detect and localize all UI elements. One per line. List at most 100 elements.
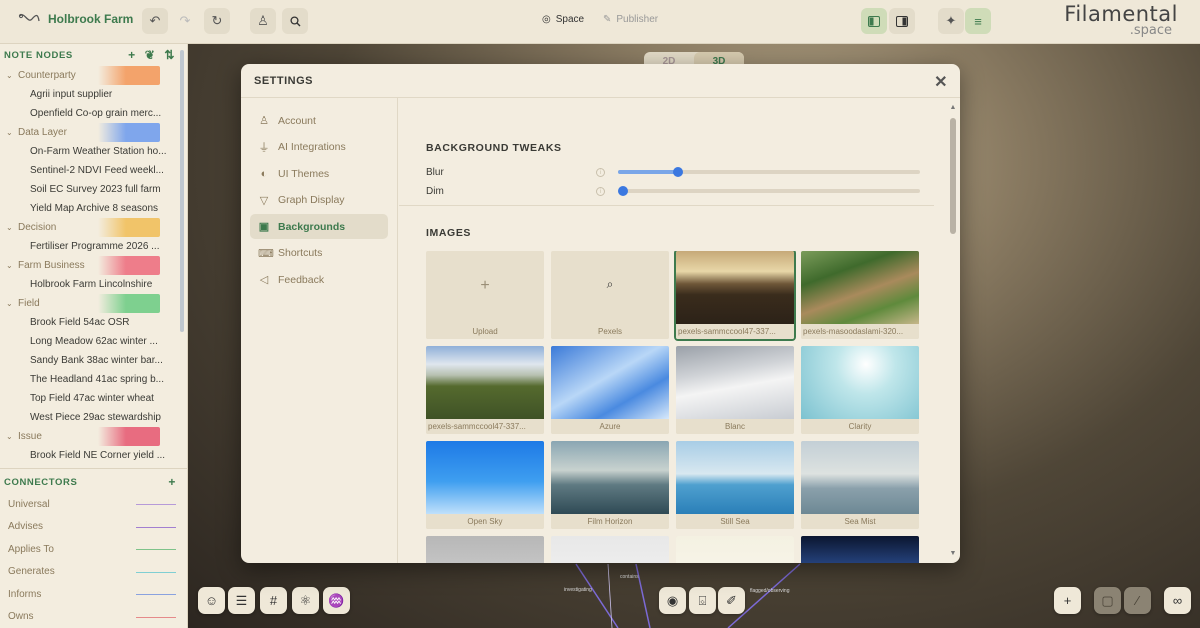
workspace-brand[interactable]: Holbrook Farm — [18, 12, 133, 26]
node-group-5[interactable]: ⌄ Issue — [0, 427, 187, 446]
content-scrollbar[interactable]: ▲ ▼ — [949, 104, 957, 557]
dim-slider-handle[interactable] — [618, 186, 628, 196]
background-thumbnail — [426, 536, 544, 563]
atom-button[interactable]: ⚛ — [292, 587, 319, 614]
note-node-item[interactable]: Brook Field 54ac OSR — [0, 313, 178, 332]
dim-slider-row: Dim i — [426, 184, 921, 198]
note-node-item[interactable]: Agrii input supplier — [0, 85, 178, 104]
connector-item[interactable]: Informs — [0, 583, 187, 606]
undo-button[interactable]: ↶ — [142, 8, 168, 34]
note-node-item[interactable]: Yield Map Archive 8 seasons — [0, 199, 178, 218]
settings-menu-ai-integrations[interactable]: ⏚ AI Integrations — [250, 135, 388, 160]
palette-icon: ◐ — [260, 167, 268, 180]
node-group-3[interactable]: ⌄ Farm Business — [0, 256, 187, 275]
settings-menu-shortcuts[interactable]: ⌨ Shortcuts — [250, 241, 388, 266]
info-icon[interactable]: i — [596, 186, 605, 196]
background-image-tile[interactable]: Film Horizon — [551, 441, 669, 529]
close-icon[interactable]: ✕ — [934, 72, 948, 92]
add-node-icon[interactable]: + — [128, 48, 136, 62]
dim-slider[interactable] — [618, 186, 920, 196]
ufo-button[interactable]: ♒ — [323, 587, 350, 614]
mode-publisher[interactable]: ✎ Publisher — [603, 14, 658, 25]
connector-label: Informs — [8, 588, 42, 600]
background-image-tile[interactable] — [801, 536, 919, 563]
add-connector-icon[interactable]: + — [168, 475, 176, 489]
note-node-item[interactable]: Long Meadow 62ac winter ... — [0, 332, 178, 351]
leaf-icon[interactable]: ❦ — [145, 48, 156, 62]
info-icon[interactable]: i — [596, 167, 605, 177]
connector-item[interactable]: Owns — [0, 606, 187, 628]
sort-icon[interactable]: ⇅ — [164, 48, 175, 62]
hashtag-button[interactable]: # — [260, 587, 287, 614]
scroll-thumb[interactable] — [950, 118, 956, 234]
tile-caption: Still Sea — [676, 514, 794, 529]
settings-menu-graph-display[interactable]: ▽ Graph Display — [250, 188, 388, 213]
pin-button[interactable]: ♙ — [250, 8, 276, 34]
background-image-tile[interactable] — [551, 536, 669, 563]
settings-modal: SETTINGS ✕ ♙ Account ⏚ AI Integrations ◐ UI T… — [241, 64, 960, 563]
background-image-tile[interactable]: Open Sky — [426, 441, 544, 529]
image-icon: ▣ — [258, 221, 270, 233]
node-group-4[interactable]: ⌄ Field — [0, 294, 187, 313]
sidebar-scrollbar[interactable] — [180, 50, 184, 332]
node-group-0[interactable]: ⌄ Counterparty — [0, 66, 187, 85]
mode-space[interactable]: ◎ Space — [542, 14, 584, 25]
background-image-tile[interactable]: Blanc — [676, 346, 794, 434]
fingerprint-button[interactable]: ◉ — [659, 587, 686, 614]
toggle-left-panel-button[interactable] — [861, 8, 887, 34]
redo-button[interactable]: ↷ — [172, 8, 198, 34]
note-node-item[interactable]: Top Field 47ac winter wheat — [0, 389, 178, 408]
settings-menu-account[interactable]: ♙ Account — [250, 108, 388, 133]
connect-button[interactable]: ⁄ — [1124, 587, 1151, 614]
note-node-item[interactable]: Sentinel-2 NDVI Feed weekl... — [0, 161, 178, 180]
background-thumbnail — [426, 346, 544, 419]
blur-fill — [618, 170, 679, 174]
background-image-tile[interactable]: Clarity — [801, 346, 919, 434]
note-node-item[interactable]: Fertiliser Programme 2026 ... — [0, 237, 178, 256]
scroll-up-icon[interactable]: ▲ — [949, 104, 957, 111]
note-node-item[interactable]: The Headland 41ac spring b... — [0, 370, 178, 389]
refresh-button[interactable]: ↻ — [204, 8, 230, 34]
tile-caption: Blanc — [676, 419, 794, 434]
search-button[interactable] — [282, 8, 308, 34]
settings-menu-feedback[interactable]: ◁ Feedback — [250, 267, 388, 292]
scroll-down-icon[interactable]: ▼ — [949, 550, 957, 557]
connector-item[interactable]: Universal — [0, 493, 187, 516]
note-node-item[interactable]: Soil EC Survey 2023 full farm — [0, 180, 178, 199]
camera-button[interactable]: ⌺ — [689, 587, 716, 614]
background-image-tile[interactable]: pexels-masoodaslami-320... — [801, 251, 919, 339]
blur-slider[interactable] — [618, 167, 920, 177]
note-node-item[interactable]: West Piece 29ac stewardship — [0, 408, 178, 427]
add-button[interactable]: + — [1054, 587, 1081, 614]
new-note-button[interactable]: ▢ — [1094, 587, 1121, 614]
note-node-item[interactable]: Brook Field NE Corner yield ... — [0, 446, 178, 465]
toggle-right-panel-button[interactable] — [889, 8, 915, 34]
ai-sparkle-button[interactable]: ✦ — [938, 8, 964, 34]
background-image-tile[interactable] — [676, 536, 794, 563]
background-image-tile[interactable]: pexels-sammccool47-337... — [674, 251, 796, 341]
background-image-tile[interactable]: Azure — [551, 346, 669, 434]
background-image-tile[interactable]: Sea Mist — [801, 441, 919, 529]
link-button[interactable]: ∞ — [1164, 587, 1191, 614]
note-node-item[interactable]: Sandy Bank 38ac winter bar... — [0, 351, 178, 370]
blur-slider-handle[interactable] — [673, 167, 684, 177]
settings-menu-ui-themes[interactable]: ◐ UI Themes — [250, 161, 388, 186]
note-node-item[interactable]: Holbrook Farm Lincolnshire — [0, 275, 178, 294]
background-image-tile[interactable] — [426, 536, 544, 563]
upload-tile[interactable]: + Upload — [426, 251, 544, 339]
connector-item[interactable]: Advises — [0, 516, 187, 539]
align-button[interactable]: ☰ — [228, 587, 255, 614]
node-group-2[interactable]: ⌄ Decision — [0, 218, 187, 237]
node-group-1[interactable]: ⌄ Data Layer — [0, 123, 187, 142]
menu-button[interactable]: ≡ — [965, 8, 991, 34]
brush-button[interactable]: ✐ — [718, 587, 745, 614]
note-node-item[interactable]: On-Farm Weather Station ho... — [0, 142, 178, 161]
note-node-item[interactable]: Openfield Co-op grain merc... — [0, 104, 178, 123]
alien-button[interactable]: ☺ — [198, 587, 225, 614]
pexels-search-tile[interactable]: ⌕ Pexels — [551, 251, 669, 339]
background-image-tile[interactable]: pexels-sammccool47-337... — [426, 346, 544, 434]
connector-item[interactable]: Applies To — [0, 538, 187, 561]
background-image-tile[interactable]: Still Sea — [676, 441, 794, 529]
connector-item[interactable]: Generates — [0, 561, 187, 584]
settings-menu-backgrounds[interactable]: ▣ Backgrounds — [250, 214, 388, 239]
